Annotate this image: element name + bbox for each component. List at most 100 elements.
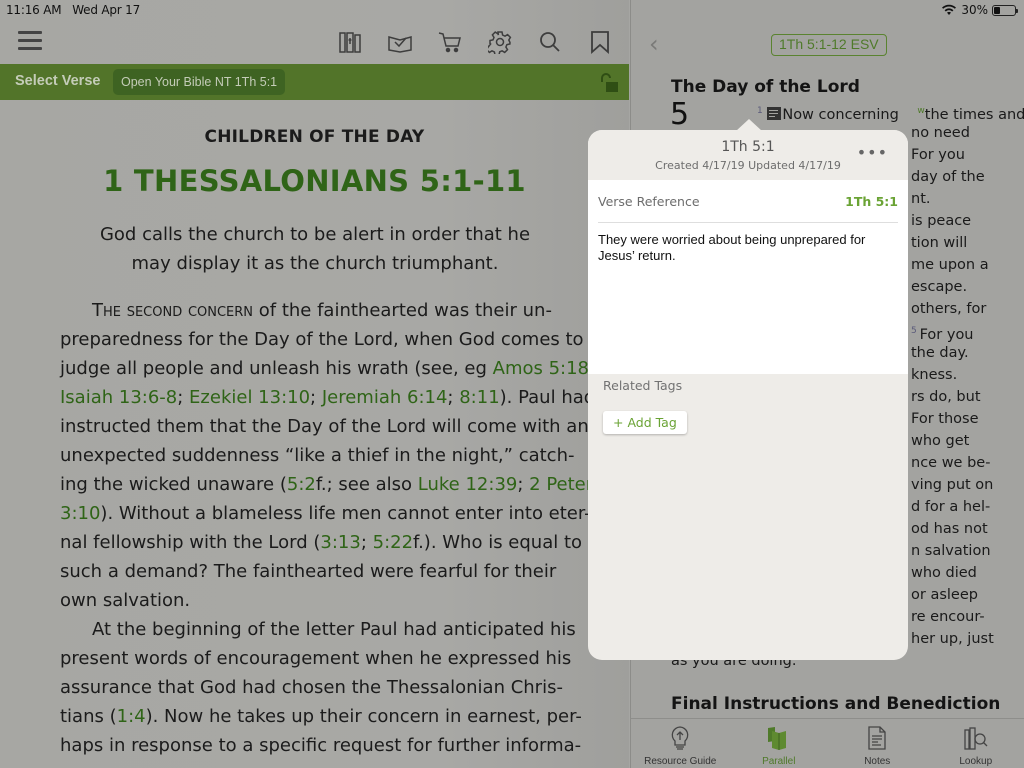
- text-run: ). Paul had: [499, 387, 596, 408]
- scripture-link[interactable]: 2 Peter: [529, 474, 593, 495]
- verse-reference-value[interactable]: 1Th 5:1: [845, 194, 898, 209]
- verse-number: 5: [911, 326, 920, 336]
- tab-notes[interactable]: Notes: [828, 719, 927, 768]
- popover-arrow: [736, 119, 762, 131]
- tab-lookup[interactable]: Lookup: [927, 719, 1024, 768]
- resource-location-pill[interactable]: Open Your Bible NT 1Th 5:1: [113, 69, 286, 95]
- chevron-left-icon[interactable]: ‹: [649, 30, 659, 58]
- verse-number: 1: [757, 106, 763, 116]
- text-line: own salvation.: [60, 586, 572, 615]
- clock-time: 11:16 AM: [6, 3, 62, 17]
- scripture-link[interactable]: Ezekiel 13:10: [189, 387, 310, 408]
- verse-text: n salvation: [911, 543, 991, 559]
- text-run: f.; see also: [315, 474, 418, 495]
- paragraph-2: At the beginning of the letter Paul had …: [60, 615, 582, 760]
- status-right: 30%: [941, 3, 1018, 17]
- verse-text: Now concerning: [782, 106, 899, 123]
- settings-gear-icon[interactable]: [486, 28, 514, 56]
- text-run: ing the wicked unaware (: [60, 474, 287, 495]
- text-line: The second concern of the fainthearted w…: [60, 296, 572, 325]
- verse-text: nt.: [911, 191, 931, 207]
- text-line: assurance that God had chosen the Thessa…: [60, 673, 572, 702]
- reading-plan-icon[interactable]: [386, 28, 414, 56]
- popover-header: 1Th 5:1 Created 4/17/19 Updated 4/17/19 …: [588, 130, 908, 180]
- text-line: haps in response to a specific request f…: [60, 731, 581, 760]
- unlocked-lock-icon[interactable]: [597, 72, 619, 94]
- verse-text: re encour-: [911, 609, 985, 625]
- paragraph-1: The second concern of the fainthearted w…: [60, 296, 595, 615]
- library-icon[interactable]: [336, 28, 364, 56]
- verse-text: ving put on: [911, 477, 994, 493]
- verse-text: wthe times and: [917, 106, 1024, 123]
- parallel-books-icon: [767, 727, 786, 750]
- notes-document-icon: [868, 726, 886, 750]
- tab-parallel[interactable]: Parallel: [730, 719, 829, 768]
- verse-text: who died: [911, 565, 977, 581]
- select-verse-button[interactable]: Select Verse: [15, 73, 100, 89]
- scripture-link[interactable]: 5:2: [287, 474, 316, 495]
- search-icon[interactable]: [536, 28, 564, 56]
- text-run: such a demand? The fainthearted were fea…: [60, 561, 557, 582]
- scripture-link[interactable]: 3:13: [320, 532, 360, 553]
- battery-icon: [992, 4, 1018, 16]
- verse-text: day of the: [911, 169, 985, 185]
- store-cart-icon[interactable]: [436, 28, 464, 56]
- tab-label: Lookup: [959, 756, 993, 767]
- note-text-field[interactable]: They were worried about being unprepared…: [598, 232, 898, 362]
- scripture-link[interactable]: 5:22: [373, 532, 413, 553]
- bottom-tab-bar: Resource Guide Parallel Notes Lookup: [631, 718, 1024, 768]
- verse-text: no need: [911, 125, 970, 141]
- more-options-icon[interactable]: •••: [857, 145, 888, 161]
- bible-reference-badge[interactable]: 1Th 5:1-12 ESV: [771, 34, 887, 56]
- text-line: ing the wicked unaware (5:2f.; see also …: [60, 470, 593, 499]
- section-title: CHILDREN OF THE DAY: [204, 127, 425, 147]
- verse-text: is peace: [911, 213, 972, 229]
- verse-selection-bar: Select Verse Open Your Bible NT 1Th 5:1: [0, 64, 629, 100]
- verse-text: the day.: [911, 345, 969, 361]
- scripture-link[interactable]: 1:4: [117, 706, 146, 727]
- pericope-heading-2: Final Instructions and Benediction: [671, 694, 1001, 714]
- scripture-link[interactable]: Jeremiah 6:14: [322, 387, 448, 408]
- verse-text: kness.: [911, 367, 958, 383]
- battery-fill: [994, 6, 1000, 14]
- menu-icon[interactable]: [16, 28, 44, 56]
- status-date: Wed Apr 17: [72, 3, 141, 17]
- text-line: At the beginning of the letter Paul had …: [60, 615, 576, 644]
- scripture-link[interactable]: 8:11: [459, 387, 499, 408]
- pericope-heading: The Day of the Lord: [671, 77, 860, 97]
- text-line: preparedness for the Day of the Lord, wh…: [60, 325, 584, 354]
- text-run: nal fellowship with the Lord (: [60, 532, 321, 553]
- text-run: own salvation.: [60, 590, 191, 611]
- text-run: tians (: [60, 706, 117, 727]
- text-run: of the fainthearted was their un-: [253, 300, 552, 321]
- text-run: ;: [177, 387, 190, 408]
- verse-reference-label: Verse Reference: [598, 194, 700, 209]
- related-tags-label: Related Tags: [603, 378, 683, 393]
- text-run: unexpected suddenness “like a thief in t…: [60, 445, 575, 466]
- battery-percent: 30%: [961, 3, 988, 17]
- text-line: unexpected suddenness “like a thief in t…: [60, 441, 575, 470]
- lightbulb-icon: [671, 726, 689, 750]
- add-tag-button[interactable]: + Add Tag: [603, 411, 687, 434]
- verse-text: rs do, but: [911, 389, 981, 405]
- tab-label: Notes: [864, 756, 891, 767]
- scripture-link[interactable]: Isaiah 13:6-8: [60, 387, 177, 408]
- scripture-link[interactable]: Luke 12:39: [418, 474, 518, 495]
- text-run: present words of encouragement when he e…: [60, 648, 572, 669]
- tab-resource-guide[interactable]: Resource Guide: [631, 719, 730, 768]
- status-time: 11:16 AM Wed Apr 17: [6, 3, 140, 17]
- bookmark-icon[interactable]: [586, 28, 614, 56]
- text-run: ;: [360, 532, 373, 553]
- scripture-link[interactable]: Amos 5:18: [493, 358, 589, 379]
- text-line: 3:10). Without a blameless life men cann…: [60, 499, 591, 528]
- text-line: judge all people and unleash his wrath (…: [60, 354, 595, 383]
- scripture-link[interactable]: 3:10: [60, 503, 100, 524]
- verse-text: me upon a: [911, 257, 989, 273]
- note-marker-icon[interactable]: [767, 106, 782, 120]
- verse-text: her up, just: [911, 631, 994, 647]
- tab-label: Resource Guide: [644, 756, 717, 767]
- status-bar: 11:16 AM Wed Apr 17 30%: [0, 0, 1024, 20]
- verse-text: d for a hel-: [911, 499, 991, 515]
- footnote-marker[interactable]: w: [917, 106, 924, 116]
- text-line: instructed them that the Day of the Lord…: [60, 412, 589, 441]
